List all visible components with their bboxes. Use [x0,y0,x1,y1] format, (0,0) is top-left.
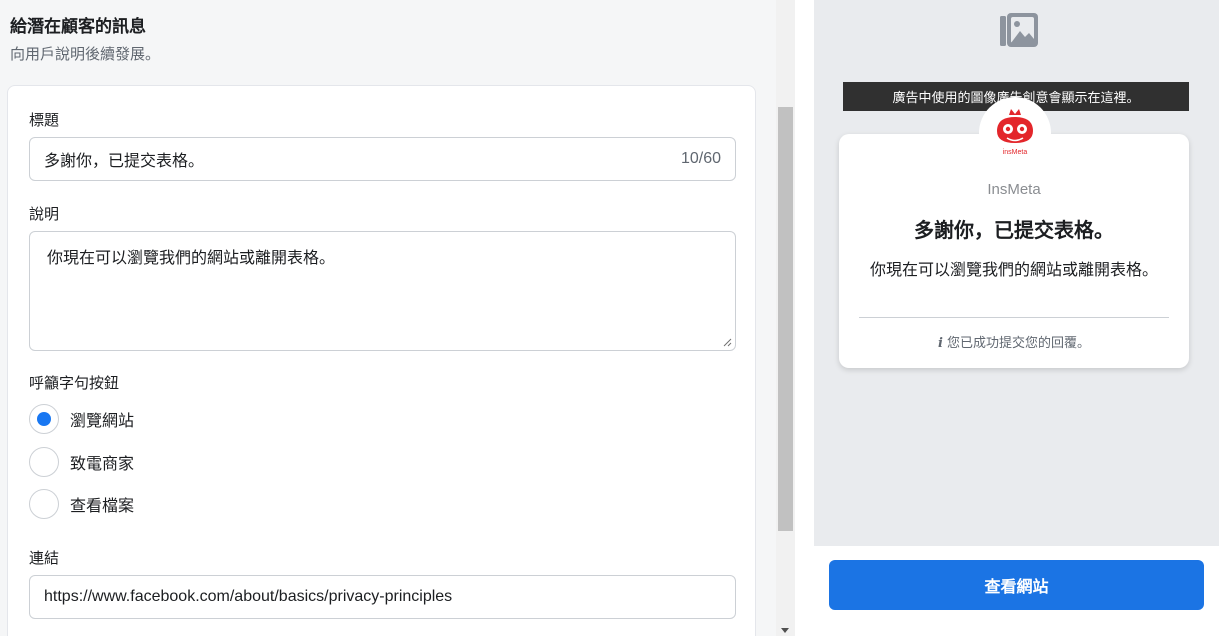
radio-button[interactable] [29,489,59,519]
insmeta-logo: insMeta [997,109,1033,156]
lead-form-editor: 給潛在顧客的訊息 向用戶說明後續發展。 標題 多謝你，已提交表格。 10/60 … [0,0,1229,636]
editor-pane: 給潛在顧客的訊息 向用戶說明後續發展。 標題 多謝你，已提交表格。 10/60 … [0,0,776,636]
radio-label: 查看檔案 [70,498,135,515]
headline-input[interactable]: 多謝你，已提交表格。 10/60 [29,137,736,181]
scrollbar-thumb[interactable] [778,107,793,531]
brand-name: InsMeta [987,181,1041,198]
section-subtitle: 向用戶說明後續發展。 [10,46,161,63]
radio-option-call-business[interactable]: 致電商家 [29,447,134,477]
headline-char-counter: 10/60 [680,150,721,167]
radio-button[interactable] [29,447,59,477]
submission-note: i 您已成功提交您的回覆。 [839,332,1189,351]
resize-grip-icon[interactable] [723,338,732,347]
preview-edge [1219,0,1229,546]
cta-label: 呼籲字句按鈕 [29,375,120,392]
radio-option-browse-website[interactable]: 瀏覽網站 [29,404,134,434]
divider [859,317,1169,318]
radio-button-checked[interactable] [29,404,59,434]
description-label: 說明 [29,206,60,223]
info-icon: i [938,336,943,351]
section-title: 給潛在顧客的訊息 [10,17,146,36]
link-input[interactable]: https://www.facebook.com/about/basics/pr… [29,575,736,619]
pane-gap [795,0,814,636]
scroll-down-arrow-icon[interactable] [781,628,789,633]
preview-title: 多謝你，已提交表格。 [914,220,1114,242]
description-value: 你現在可以瀏覽我們的網站或離開表格。 [47,250,336,267]
description-textarea[interactable]: 你現在可以瀏覽我們的網站或離開表格。 [29,231,736,351]
headline-label: 標題 [29,112,60,129]
preview-description: 你現在可以瀏覽我們的網站或離開表格。 [869,262,1158,279]
submission-note-text: 您已成功提交您的回覆。 [946,335,1090,350]
logo-wordmark: insMeta [1003,149,1028,156]
message-form-card: 標題 多謝你，已提交表格。 10/60 說明 你現在可以瀏覽我們的網站或離開表格… [7,85,756,636]
radio-label: 致電商家 [70,456,135,473]
preview-card: InsMeta 多謝你，已提交表格。 你現在可以瀏覽我們的網站或離開表格。 i您… [839,134,1189,368]
link-value: https://www.facebook.com/about/basics/pr… [44,588,453,605]
ad-preview-pane: 廣告中使用的圖像廣告創意會顯示在這裡。 InsMeta 多謝你，已提交表格。 你… [814,0,1219,546]
radio-option-view-file[interactable]: 查看檔案 [29,489,134,519]
view-website-button[interactable]: 查看網站 [829,560,1204,610]
brand-logo: insMeta [979,97,1051,169]
radio-label: 瀏覽網站 [70,413,135,430]
headline-value: 多謝你，已提交表格。 [44,153,205,170]
link-label: 連結 [29,550,60,567]
editor-scrollbar[interactable] [776,0,795,636]
image-placeholder-icon [1000,13,1038,47]
